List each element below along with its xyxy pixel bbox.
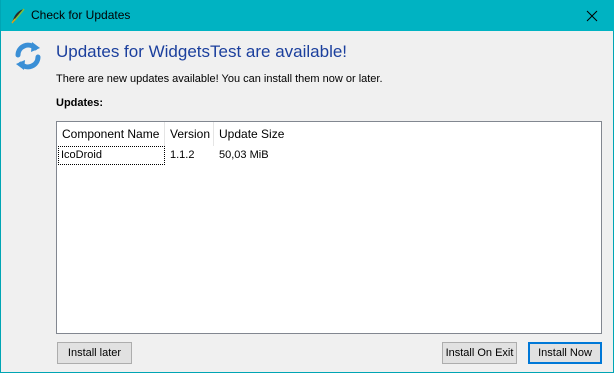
install-on-exit-button[interactable]: Install On Exit xyxy=(442,342,517,364)
refresh-arrows-icon xyxy=(15,42,41,70)
close-icon xyxy=(586,10,598,21)
cell-update-size: 50,03 MiB xyxy=(219,149,269,161)
updates-label: Updates: xyxy=(56,97,104,109)
update-dialog: Check for Updates Updates for WidgetsTes… xyxy=(0,0,614,373)
cell-component-name[interactable]: IcoDroid xyxy=(58,146,165,165)
updates-table[interactable]: Component Name Version Update Size IcoDr… xyxy=(56,121,602,334)
install-now-button[interactable]: Install Now xyxy=(528,342,602,364)
column-header-component-name[interactable]: Component Name xyxy=(57,122,165,146)
table-row[interactable]: IcoDroid 1.1.2 50,03 MiB xyxy=(57,146,601,165)
window-title: Check for Updates xyxy=(31,8,131,22)
cell-version: 1.1.2 xyxy=(170,149,195,161)
install-later-button[interactable]: Install later xyxy=(57,342,132,364)
table-header: Component Name Version Update Size xyxy=(57,122,601,146)
column-header-update-size[interactable]: Update Size xyxy=(214,122,294,146)
page-title: Updates for WidgetsTest are available! xyxy=(56,42,348,61)
feather-icon xyxy=(11,8,25,24)
title-bar[interactable]: Check for Updates xyxy=(1,0,614,31)
description-text: There are new updates available! You can… xyxy=(56,73,383,85)
close-button[interactable] xyxy=(569,0,614,31)
column-header-version[interactable]: Version xyxy=(165,122,214,146)
